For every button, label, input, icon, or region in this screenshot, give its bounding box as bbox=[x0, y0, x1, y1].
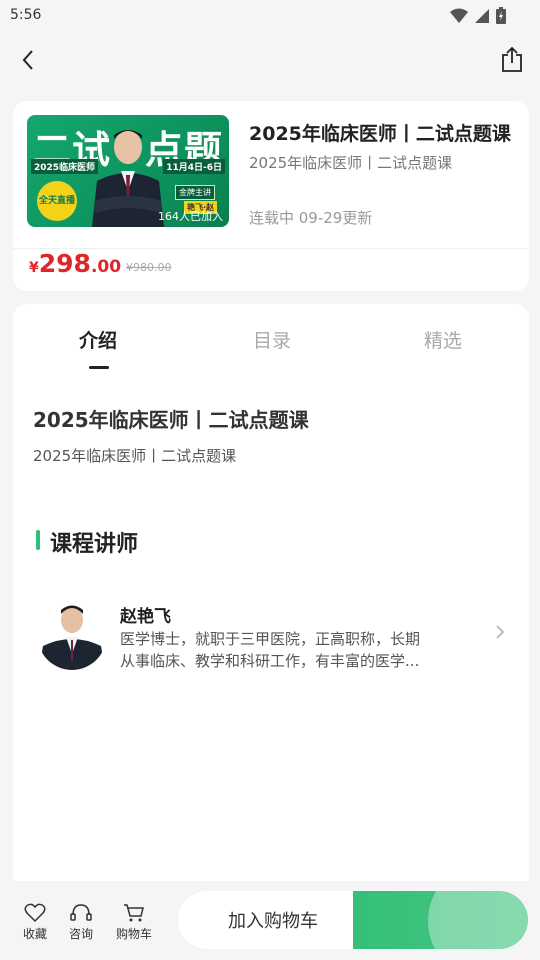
share-icon bbox=[502, 46, 522, 72]
buy-button[interactable] bbox=[353, 891, 528, 949]
favorite-button[interactable]: 收藏 bbox=[15, 903, 55, 942]
price-decimal: .00 bbox=[90, 257, 122, 277]
section-accent-bar bbox=[36, 530, 40, 550]
tab-catalog[interactable]: 目录 bbox=[253, 326, 291, 353]
course-title: 2025年临床医师丨二试点题课 bbox=[249, 123, 511, 145]
lecturer-name: 赵艳飞 bbox=[120, 607, 171, 627]
course-cover[interactable]: 二试 点题 2025临床医师 11月4日-6日 全天直播 金牌主讲 艳飞·赵 1… bbox=[27, 115, 229, 227]
intro-subtitle: 2025年临床医师丨二试点题课 bbox=[33, 447, 237, 465]
add-to-cart-button[interactable]: 加入购物车 bbox=[178, 891, 368, 949]
price-integer: 298 bbox=[38, 249, 91, 278]
content-card: 介绍 目录 精选 2025年临床医师丨二试点题课 2025年临床医师丨二试点题课… bbox=[13, 304, 529, 904]
cover-tag-right: 11月4日-6日 bbox=[163, 159, 225, 174]
cart-label: 购物车 bbox=[115, 927, 152, 941]
chevron-right-icon bbox=[496, 625, 505, 639]
avatar bbox=[37, 598, 107, 670]
cart-icon bbox=[124, 904, 144, 922]
button-glow bbox=[428, 891, 528, 949]
back-button[interactable] bbox=[14, 46, 42, 74]
status-icons bbox=[450, 7, 506, 24]
tab-intro[interactable]: 介绍 bbox=[79, 326, 117, 353]
status-time: 5:56 bbox=[10, 7, 42, 23]
heart-icon bbox=[24, 903, 46, 923]
lecturer-description: 医学博士，就职于三甲医院，正高职称，长期 从事临床、教学和科研工作，有丰富的医学… bbox=[120, 628, 460, 672]
tab-bar: 介绍 目录 精选 bbox=[13, 304, 529, 374]
lecturer-avatar-image bbox=[37, 598, 107, 670]
lecturer-desc-line-1: 医学博士，就职于三甲医院，正高职称，长期 bbox=[120, 630, 421, 648]
chevron-left-icon bbox=[22, 50, 33, 70]
app-bar bbox=[0, 32, 540, 88]
cover-joined-count: 164人已加入 bbox=[158, 210, 223, 223]
lecturer-row[interactable]: 赵艳飞 医学博士，就职于三甲医院，正高职称，长期 从事临床、教学和科研工作，有丰… bbox=[13, 594, 529, 684]
price-symbol: ¥ bbox=[29, 260, 39, 276]
course-card: 二试 点题 2025临床医师 11月4日-6日 全天直播 金牌主讲 艳飞·赵 1… bbox=[13, 101, 529, 291]
signal-icon bbox=[475, 8, 489, 23]
cover-badge: 全天直播 bbox=[37, 181, 77, 221]
favorite-label: 收藏 bbox=[22, 927, 47, 941]
intro-title: 2025年临床医师丨二试点题课 bbox=[33, 408, 309, 432]
course-subtitle: 2025年临床医师丨二试点题课 bbox=[249, 154, 453, 172]
lecturer-desc-line-2: 从事临床、教学和科研工作，有丰富的医学... bbox=[120, 652, 420, 670]
wifi-icon bbox=[450, 8, 468, 23]
consult-button[interactable]: 咨询 bbox=[61, 903, 101, 942]
battery-icon bbox=[496, 7, 506, 24]
cart-button[interactable]: 购物车 bbox=[114, 903, 154, 942]
price: ¥298.00 bbox=[29, 249, 121, 278]
tab-featured[interactable]: 精选 bbox=[424, 326, 462, 353]
section-title-lecturer: 课程讲师 bbox=[50, 532, 139, 557]
bottom-action-bar: 收藏 咨询 购物车 加入购物车 bbox=[0, 881, 540, 960]
cover-gold-label: 金牌主讲 bbox=[175, 185, 215, 200]
headset-icon bbox=[70, 904, 92, 921]
course-status: 连载中 09-29更新 bbox=[249, 209, 373, 227]
tab-active-indicator bbox=[89, 366, 109, 369]
lecturer-photo bbox=[92, 130, 164, 227]
consult-label: 咨询 bbox=[68, 927, 93, 941]
original-price: ¥980.00 bbox=[126, 261, 172, 274]
share-button[interactable] bbox=[498, 44, 526, 74]
status-bar: 5:56 bbox=[0, 0, 540, 32]
